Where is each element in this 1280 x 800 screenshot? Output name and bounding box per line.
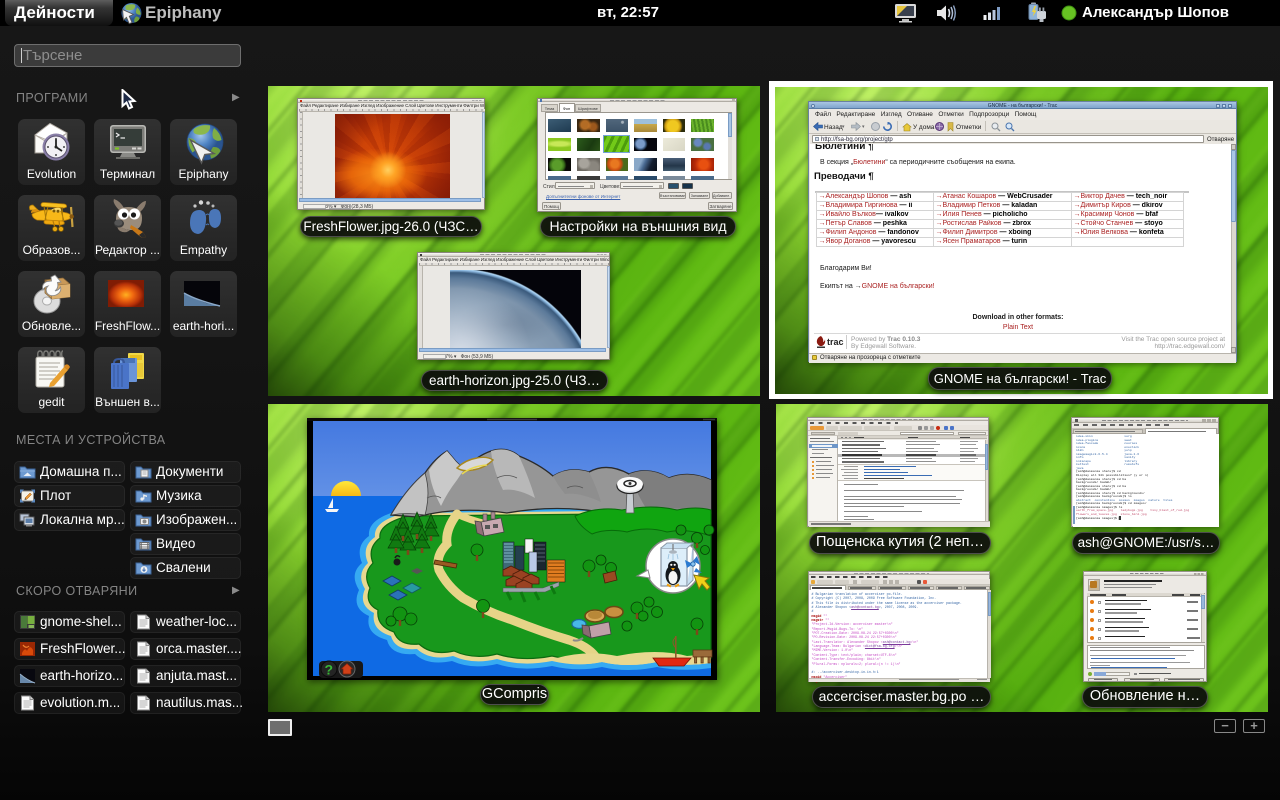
svg-text:?: ? — [325, 662, 334, 678]
